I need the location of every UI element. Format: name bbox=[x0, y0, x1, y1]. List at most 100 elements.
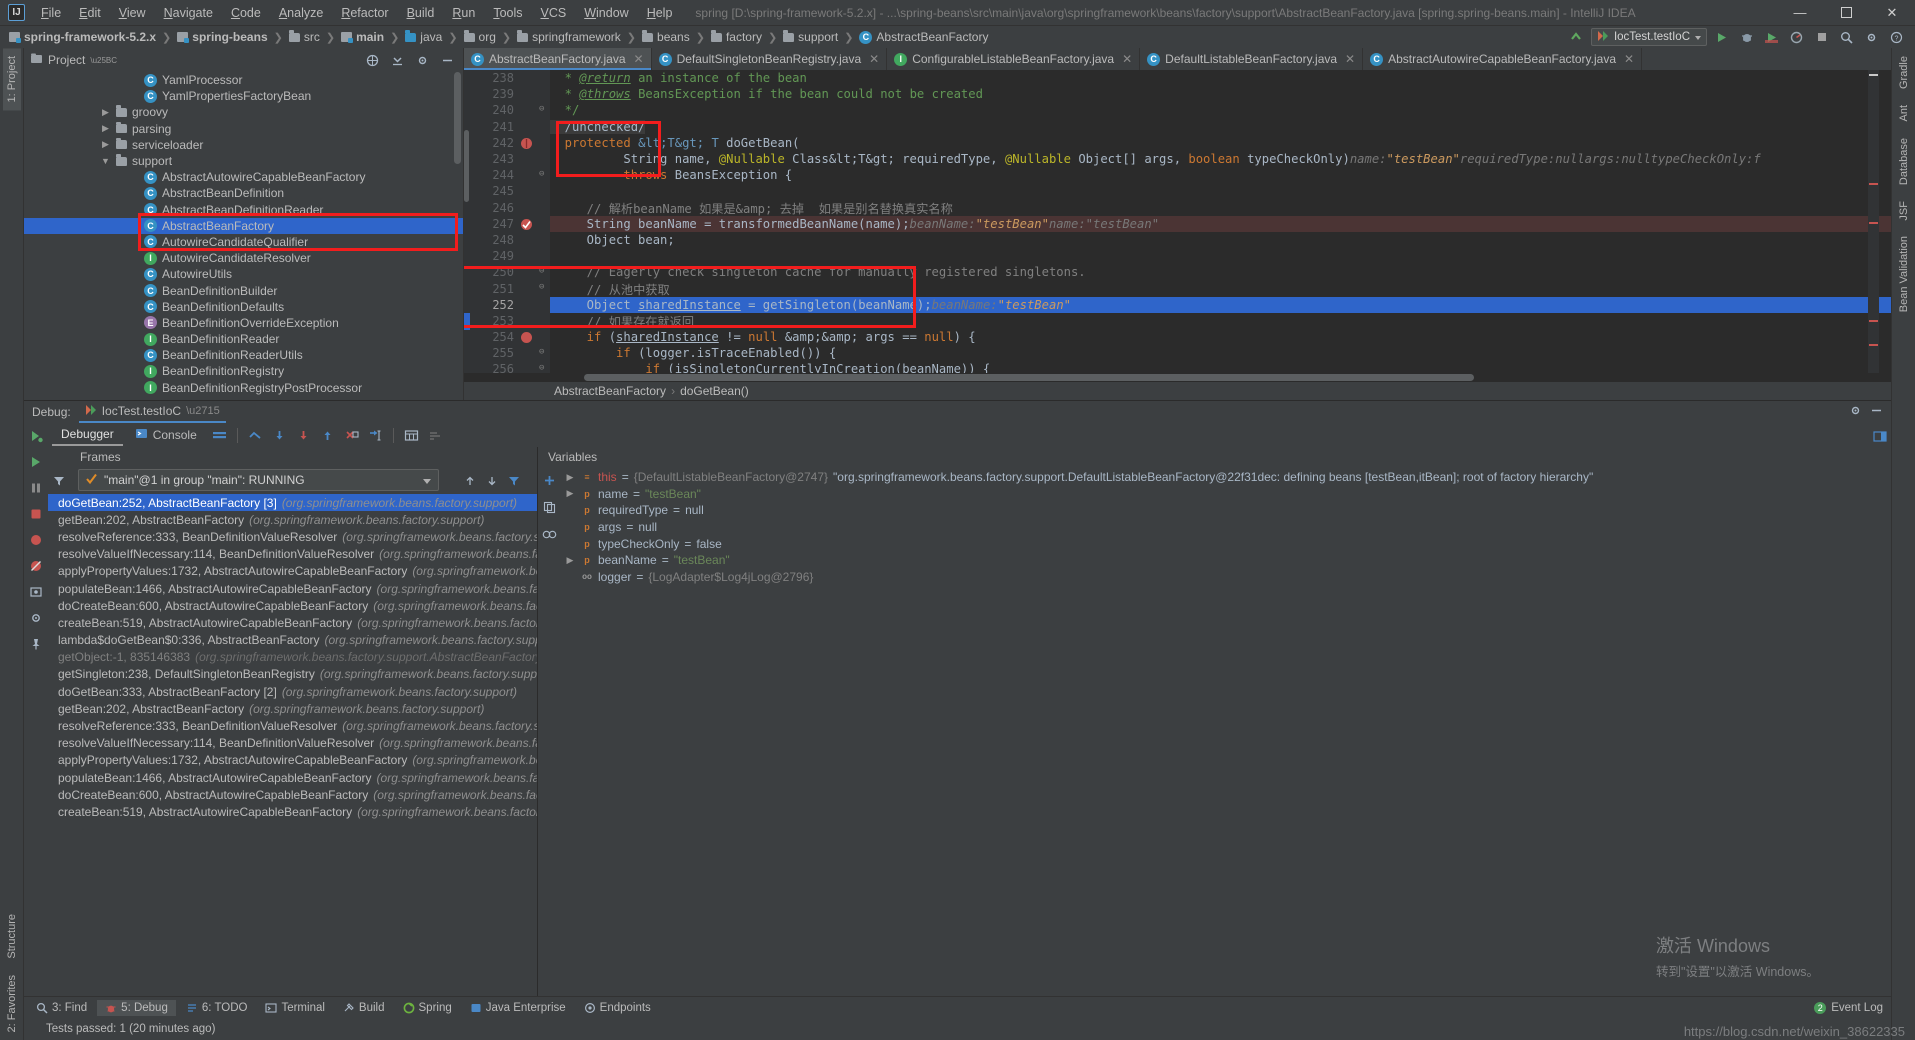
chevron-right-icon[interactable]: ▶ bbox=[100, 107, 111, 118]
toolwindow-button-build[interactable]: Build bbox=[335, 1000, 393, 1016]
tree-item-beandefinitionregistry[interactable]: I BeanDefinitionRegistry bbox=[24, 363, 463, 379]
editor-vscroll-thumb[interactable] bbox=[464, 130, 469, 202]
variable-row-this[interactable]: ▶ ≡ this = {DefaultListableBeanFactory@2747}… bbox=[560, 469, 1869, 486]
tree-item-support[interactable]: ▼ support bbox=[24, 153, 463, 169]
project-settings-gear-icon[interactable] bbox=[413, 51, 432, 70]
tree-item-yamlpropertiesfactorybean[interactable]: C YamlPropertiesFactoryBean bbox=[24, 88, 463, 104]
gutter-line[interactable]: 247 bbox=[464, 216, 550, 232]
search-everywhere-icon[interactable] bbox=[1836, 28, 1857, 47]
hide-panel-icon[interactable] bbox=[438, 51, 457, 70]
gutter-line[interactable]: 239 bbox=[464, 86, 550, 102]
editor-tab-abstractautowirecapablebeanfactory-java[interactable]: C AbstractAutowireCapableBeanFactory.java… bbox=[1363, 48, 1643, 70]
rerun-icon[interactable] bbox=[27, 427, 45, 445]
code-line[interactable]: // 如果存在就返回 bbox=[550, 313, 1891, 329]
tree-item-yamlprocessor[interactable]: C YamlProcessor bbox=[24, 72, 463, 88]
breadcrumb-item-beans[interactable]: beans bbox=[639, 30, 693, 44]
project-tree-scrollbar[interactable] bbox=[454, 72, 461, 164]
watches-icon[interactable] bbox=[540, 525, 558, 543]
sidebar-item-gradle[interactable]: Gradle bbox=[1895, 48, 1913, 97]
close-icon[interactable]: ✕ bbox=[1122, 52, 1132, 66]
hide-debug-panel-icon[interactable] bbox=[1870, 404, 1883, 420]
chevron-down-icon[interactable]: \u25BC bbox=[90, 56, 117, 65]
menu-item-tools[interactable]: Tools bbox=[484, 3, 531, 23]
resume-program-icon[interactable] bbox=[27, 453, 45, 471]
breadcrumb-item-abstractbeanfactory[interactable]: C AbstractBeanFactory bbox=[856, 30, 991, 44]
breadcrumb-item-org[interactable]: org bbox=[461, 30, 499, 44]
expand-triangle-icon[interactable]: ▶ bbox=[564, 488, 576, 499]
gutter-line[interactable]: 252 bbox=[464, 297, 550, 313]
gutter-line[interactable]: 254 bbox=[464, 329, 550, 345]
menu-item-window[interactable]: Window bbox=[575, 3, 637, 23]
evaluate-expression-icon[interactable] bbox=[401, 426, 422, 445]
code-line[interactable]: */ bbox=[550, 102, 1891, 118]
close-icon[interactable]: ✕ bbox=[869, 52, 879, 66]
code-line[interactable] bbox=[550, 248, 1891, 264]
code-line[interactable]: String beanName = transformedBeanName(na… bbox=[550, 215, 1891, 232]
error-stripe-marker-bar[interactable] bbox=[1868, 70, 1879, 382]
frames-filter2-icon[interactable] bbox=[505, 472, 523, 490]
frame-row[interactable]: populateBean:1466, AbstractAutowireCapab… bbox=[48, 769, 537, 786]
tree-item-abstractbeandefinition[interactable]: C AbstractBeanDefinition bbox=[24, 185, 463, 201]
editor-tab-defaultlistablebeanfactory-java[interactable]: C DefaultListableBeanFactory.java ✕ bbox=[1140, 48, 1364, 70]
select-opened-file-icon[interactable] bbox=[363, 51, 382, 70]
breadcrumb-item-spring-beans[interactable]: spring-beans bbox=[174, 30, 270, 44]
run-button[interactable] bbox=[1711, 28, 1732, 47]
sidebar-item-structure[interactable]: Structure bbox=[3, 906, 21, 967]
add-watch-icon[interactable] bbox=[540, 471, 558, 489]
breadcrumb-item-src[interactable]: src bbox=[286, 30, 323, 44]
tree-item-beandefinitionreader[interactable]: I BeanDefinitionReader bbox=[24, 331, 463, 347]
run-with-coverage-button[interactable] bbox=[1761, 28, 1782, 47]
chevron-right-icon[interactable]: ▶ bbox=[100, 139, 111, 150]
menu-item-code[interactable]: Code bbox=[222, 3, 270, 23]
tree-item-autowireutils[interactable]: C AutowireUtils bbox=[24, 266, 463, 282]
close-button[interactable]: ✕ bbox=[1869, 0, 1915, 26]
frame-row[interactable]: getBean:202, AbstractBeanFactory (org.spr… bbox=[48, 700, 537, 717]
frame-row[interactable]: applyPropertyValues:1732, AbstractAutowi… bbox=[48, 563, 537, 580]
sidebar-item-ant[interactable]: Ant bbox=[1895, 97, 1913, 130]
code-line[interactable]: if (logger.isTraceEnabled()) { bbox=[550, 345, 1891, 361]
editor-hscroll-thumb[interactable] bbox=[584, 374, 1474, 381]
help-icon[interactable]: ? bbox=[1886, 28, 1907, 47]
code-line[interactable]: throws BeansException { bbox=[550, 167, 1891, 183]
frames-up-icon[interactable] bbox=[461, 472, 479, 490]
frame-row[interactable]: getObject:-1, 835146383 (org.springframew… bbox=[48, 649, 537, 666]
pin-tab-icon[interactable] bbox=[27, 635, 45, 653]
frame-row[interactable]: resolveReference:333, BeanDefinitionValu… bbox=[48, 528, 537, 545]
step-out-icon[interactable] bbox=[317, 426, 338, 445]
toolwindow-button-spring[interactable]: Spring bbox=[395, 1000, 460, 1016]
gutter-line[interactable]: 244 ⊖ bbox=[464, 167, 550, 183]
gutter-line[interactable]: 241 bbox=[464, 119, 550, 135]
tree-item-beandefinitionbuilder[interactable]: C BeanDefinitionBuilder bbox=[24, 282, 463, 298]
tree-item-abstractbeanfactory[interactable]: C AbstractBeanFactory bbox=[24, 217, 463, 234]
update-project-icon[interactable] bbox=[1566, 28, 1587, 47]
gutter-line[interactable]: 251 ⊖ bbox=[464, 280, 550, 296]
frame-row[interactable]: populateBean:1466, AbstractAutowireCapab… bbox=[48, 580, 537, 597]
breadcrumb-item-factory[interactable]: factory bbox=[708, 30, 765, 44]
code-line[interactable]: Object sharedInstance = getSingleton(bea… bbox=[550, 296, 1891, 313]
frames-list[interactable]: doGetBean:252, AbstractBeanFactory [3] (o… bbox=[48, 494, 537, 996]
variable-row-name[interactable]: ▶ p name = "testBean" bbox=[560, 486, 1869, 503]
gutter-line[interactable]: 248 bbox=[464, 232, 550, 248]
sidebar-item-database[interactable]: Database bbox=[1895, 130, 1913, 193]
menu-item-refactor[interactable]: Refactor bbox=[332, 3, 397, 23]
copy-value-icon[interactable] bbox=[540, 498, 558, 516]
breadcrumb-item-spring-framework-5-2-x[interactable]: spring-framework-5.2.x bbox=[6, 30, 159, 44]
drop-frame-icon[interactable] bbox=[341, 426, 362, 445]
menu-item-build[interactable]: Build bbox=[398, 3, 444, 23]
collapse-all-icon[interactable] bbox=[388, 51, 407, 70]
tree-item-abstractbeandefinitionreader[interactable]: C AbstractBeanDefinitionReader bbox=[24, 202, 463, 218]
breadcrumb-item-support[interactable]: support bbox=[780, 30, 841, 44]
menu-item-file[interactable]: File bbox=[32, 3, 70, 23]
tab-debugger[interactable]: Debugger bbox=[52, 424, 123, 446]
pause-program-icon[interactable] bbox=[27, 479, 45, 497]
debug-session-tab[interactable]: IocTest.testIoC \u2715 bbox=[78, 402, 226, 423]
menu-item-navigate[interactable]: Navigate bbox=[155, 3, 222, 23]
tree-item-beandefinitionreaderutils[interactable]: C BeanDefinitionReaderUtils bbox=[24, 347, 463, 363]
close-icon[interactable]: ✕ bbox=[1345, 52, 1355, 66]
frame-row[interactable]: lambda$doGetBean$0:336, AbstractBeanFact… bbox=[48, 632, 537, 649]
expand-triangle-icon[interactable]: ▶ bbox=[564, 472, 576, 483]
breadcrumb-item-main[interactable]: main bbox=[338, 30, 387, 44]
frame-row[interactable]: getSingleton:238, DefaultSingletonBeanRe… bbox=[48, 666, 537, 683]
frame-row[interactable]: createBean:519, AbstractAutowireCapableB… bbox=[48, 803, 537, 820]
code-folding-icon[interactable]: ⊖ bbox=[539, 105, 544, 114]
